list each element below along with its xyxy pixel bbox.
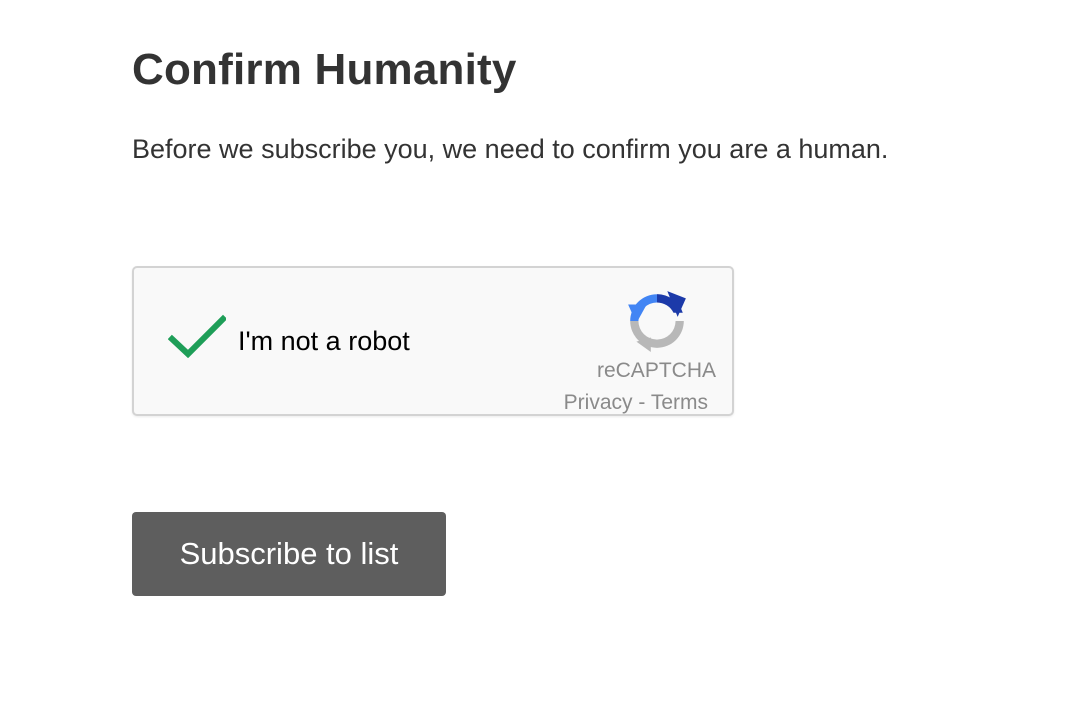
privacy-link[interactable]: Privacy: [564, 391, 633, 414]
recaptcha-links: Privacy - Terms: [564, 390, 708, 416]
page-title: Confirm Humanity: [132, 45, 517, 94]
recaptcha-widget: I'm not a robot reCAPTCHA Privacy - Term…: [132, 266, 734, 416]
recaptcha-brand: reCAPTCHA: [596, 359, 716, 382]
captcha-checkbox-label[interactable]: I'm not a robot: [238, 324, 410, 358]
recaptcha-logo-icon: [628, 291, 686, 352]
subscribe-button[interactable]: Subscribe to list: [132, 512, 446, 596]
terms-link[interactable]: Terms: [651, 391, 708, 414]
checkmark-icon[interactable]: [168, 314, 226, 358]
intro-text: Before we subscribe you, we need to conf…: [132, 134, 889, 164]
links-separator: -: [632, 391, 651, 414]
